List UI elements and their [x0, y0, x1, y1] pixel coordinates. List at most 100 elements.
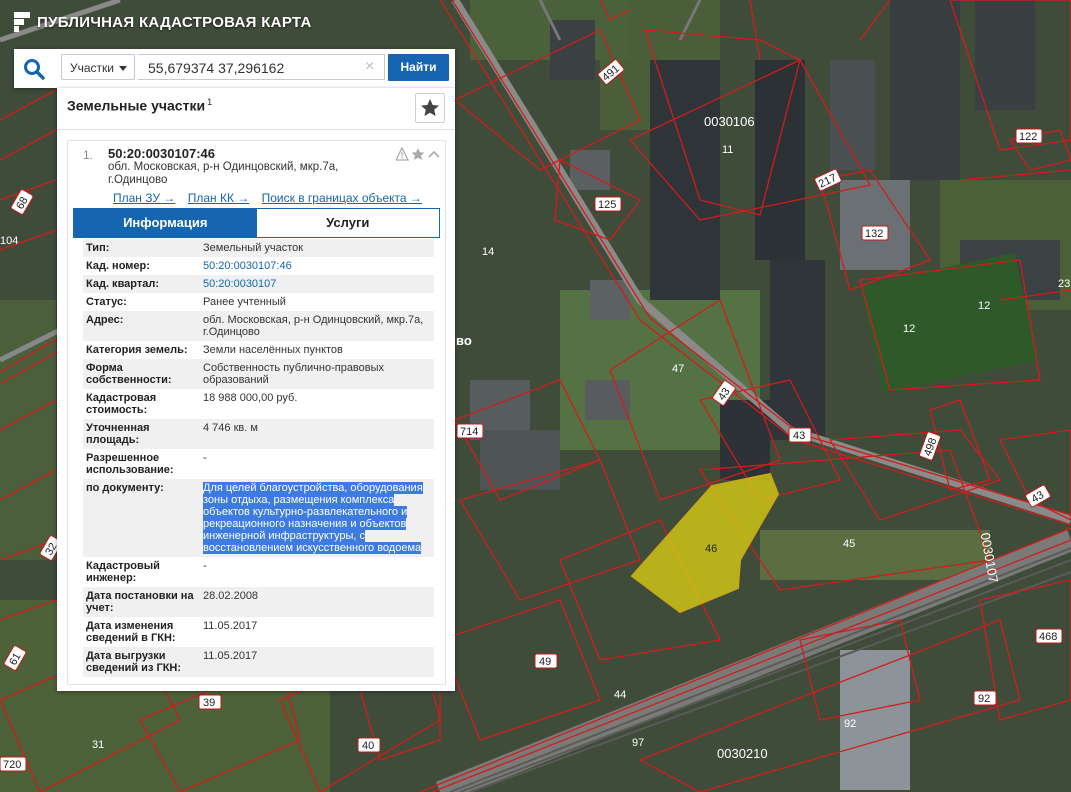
attribute-row: Дата постановки на учет: 28.02.2008: [83, 587, 434, 617]
result-links: План ЗУ → План КК → Поиск в границах объ…: [113, 191, 431, 205]
parcel-number: 132: [865, 228, 883, 240]
app-title: ПУБЛИЧНАЯ КАДАСТРОВАЯ КАРТА: [37, 13, 312, 31]
attribute-row: Кад. квартал: 50:20:0030107: [83, 275, 434, 293]
parcel-number: 14: [482, 246, 494, 258]
plan-zu-link[interactable]: План ЗУ →: [113, 191, 175, 205]
attribute-value: -: [203, 560, 207, 572]
attribute-key: Категория земель:: [86, 344, 188, 356]
attribute-key: Дата выгрузки сведений из ГКН:: [86, 650, 182, 674]
clear-icon[interactable]: ×: [365, 58, 374, 76]
attribute-value: 18 988 000,00 руб.: [203, 392, 298, 404]
tab-services[interactable]: Услуги: [256, 209, 439, 237]
logo-icon: [14, 12, 30, 32]
parcel-number: 12: [978, 300, 990, 312]
warning-icon[interactable]: [396, 147, 410, 161]
attribute-value[interactable]: 50:20:0030107: [203, 278, 434, 290]
attribute-key: Уточненная площадь:: [86, 422, 150, 446]
attribute-key: Дата постановки на учет:: [86, 590, 194, 614]
parcel-number: 122: [1019, 131, 1037, 143]
attribute-value: Ранее учтенный: [203, 296, 286, 308]
result-cadastral-number[interactable]: 50:20:0030107:46: [108, 146, 215, 161]
parcel-number: 92: [844, 718, 856, 730]
attribute-key: Статус:: [86, 296, 127, 308]
attribute-key: Кадастровый инженер:: [86, 560, 160, 584]
attribute-value: 11.05.2017: [203, 620, 258, 632]
chevron-up-icon[interactable]: [428, 150, 440, 158]
parcel-number: 714: [460, 426, 478, 438]
parcel-number: 43: [793, 430, 805, 442]
result-address: обл. Московская, р-н Одинцовский, мкр.7а…: [108, 161, 339, 186]
attribute-value: 4 746 кв. м: [203, 422, 258, 434]
parcel-number: 31: [92, 739, 104, 751]
caret-down-icon: [119, 66, 127, 71]
plan-kk-link[interactable]: План КК →: [188, 191, 250, 205]
tab-information[interactable]: Информация: [74, 209, 257, 237]
attribute-row: Статус: Ранее учтенный: [83, 293, 434, 311]
app-brand: ПУБЛИЧНАЯ КАДАСТРОВАЯ КАРТА: [14, 12, 312, 32]
quarter-label: 0030106: [704, 114, 755, 129]
parcel-number: 720: [3, 759, 21, 771]
parcel-number: 45: [843, 538, 855, 550]
results-count: 1: [207, 97, 213, 107]
attribute-key: Кад. номер:: [86, 260, 150, 272]
attribute-row: Дата изменения сведений в ГКН: 11.05.2017: [83, 617, 434, 647]
parcel-number: 23: [1058, 278, 1070, 290]
attribute-key: Дата изменения сведений в ГКН:: [86, 620, 176, 644]
parcel-number: 11: [722, 144, 733, 156]
results-panel: Земельные участки 1 1. 50:20:0030107:46 о…: [57, 88, 455, 691]
quarter-label: 0030210: [717, 746, 768, 761]
selected-parcel-label: 46: [705, 543, 717, 555]
parcel-number: 39: [203, 697, 215, 709]
parcel-number: 97: [632, 737, 644, 749]
attribute-row: Дата выгрузки сведений из ГКН: 11.05.2017: [83, 647, 434, 677]
result-tabs: Информация Услуги: [73, 208, 440, 238]
result-tools: [396, 147, 440, 161]
attribute-row: Кад. номер: 50:20:0030107:46: [83, 257, 434, 275]
attribute-row: по документу: Для целей благоустройства, …: [83, 479, 434, 557]
attribute-key: Адрес:: [86, 314, 124, 326]
parcel-number: во: [456, 333, 472, 348]
parcel-number: 47: [672, 363, 684, 375]
attribute-row: Кадастровая стоимость: 18 988 000,00 руб.: [83, 389, 434, 419]
selected-text[interactable]: Для целей благоустройства, оборудования …: [203, 482, 423, 554]
attribute-value: Земли населённых пунктов: [203, 344, 343, 356]
attribute-key: Тип:: [86, 242, 110, 254]
attribute-value: Собственность публично-правовых образова…: [203, 362, 385, 386]
attribute-row: Категория земель: Земли населённых пункто…: [83, 341, 434, 359]
attribute-value: Земельный участок: [203, 242, 304, 254]
attribute-key: по документу:: [86, 482, 164, 494]
star-outline-icon[interactable]: [411, 148, 425, 160]
parcel-number: 49: [539, 656, 551, 668]
attribute-key: Форма собственности:: [86, 362, 172, 386]
parcel-number: 40: [362, 740, 374, 752]
attribute-row: Адрес: обл. Московская, р-н Одинцовский, …: [83, 311, 434, 341]
panel-title: Земельные участки 1: [67, 97, 213, 114]
parcel-number: 125: [598, 199, 616, 211]
search-in-bounds-link[interactable]: Поиск в границах объекта →: [262, 191, 422, 205]
favorites-button[interactable]: [415, 93, 445, 123]
parcel-number: 44: [614, 689, 626, 701]
attribute-value: 11.05.2017: [203, 650, 258, 662]
result-card: 1. 50:20:0030107:46 обл. Московская, р-н…: [67, 140, 446, 685]
parcel-number: 468: [1039, 631, 1057, 643]
search-icon[interactable]: [23, 58, 45, 80]
search-button[interactable]: Найти: [388, 54, 449, 81]
attribute-table: Тип: Земельный участок Кад. номер: 50:20:00…: [83, 239, 434, 677]
result-index: 1.: [83, 148, 94, 162]
attribute-row: Кадастровый инженер: -: [83, 557, 434, 587]
attribute-value[interactable]: Для целей благоустройства, оборудования …: [203, 482, 434, 554]
parcel-number: 12: [903, 323, 915, 335]
attribute-key: Разрешенное использование:: [86, 452, 174, 476]
attribute-row: Форма собственности: Собственность публич…: [83, 359, 434, 389]
attribute-value[interactable]: 50:20:0030107:46: [203, 260, 434, 272]
search-type-label: Участки: [70, 61, 114, 75]
star-icon: [421, 99, 439, 116]
attribute-row: Тип: Земельный участок: [83, 239, 434, 257]
divider: [57, 129, 455, 130]
parcel-number: 92: [978, 693, 990, 705]
attribute-key: Кад. квартал:: [86, 278, 160, 290]
parcel-number: 104: [0, 235, 18, 247]
search-input[interactable]: 55,679374 37,296162: [138, 54, 385, 80]
search-type-dropdown[interactable]: Участки: [61, 54, 135, 80]
attribute-value: -: [203, 452, 207, 464]
